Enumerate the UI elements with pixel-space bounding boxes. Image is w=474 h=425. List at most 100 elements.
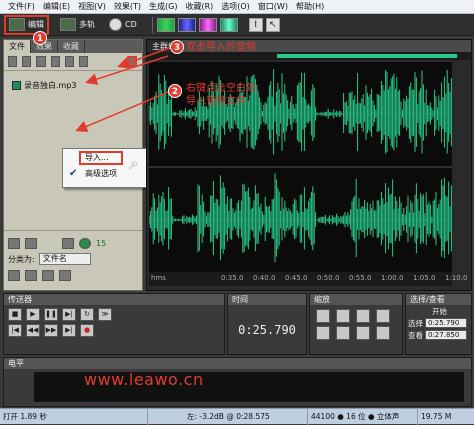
spectral-view-icon[interactable]	[156, 17, 175, 32]
ruler-tick: 0:40.0	[253, 274, 276, 282]
audio-file-icon	[12, 81, 21, 90]
edit-label: 编辑	[28, 20, 44, 29]
ruler-tick: 0:35.0	[221, 274, 244, 282]
close-file-icon[interactable]	[22, 56, 32, 67]
stop-icon[interactable]: ■	[8, 308, 22, 321]
zoom-panel: 缩放	[309, 293, 403, 355]
status-open-time: 打开 1.89 秒	[0, 408, 148, 425]
sort-row: 分类为: 文件名	[4, 251, 142, 267]
zoom-selection-icon[interactable]	[376, 309, 390, 323]
play-icon[interactable]: ▶	[26, 308, 40, 321]
time-ruler[interactable]: hms 0:35.0 0:40.0 0:45.0 0:50.0 0:55.0 1:00.0 1…	[149, 272, 467, 286]
mouse-cursor-icon: ➚	[128, 158, 139, 172]
loop-play-icon[interactable]: ↻	[80, 308, 94, 321]
preview-play-icon[interactable]	[79, 237, 91, 249]
selection-row: 选择 0:25.790	[406, 317, 471, 329]
play-from-cursor-icon[interactable]: ▶|	[62, 308, 76, 321]
transport-row-2: |◀ ◀◀ ▶▶ ▶| ●	[4, 321, 224, 337]
menu-item-advanced[interactable]: ✔ 高级选项	[63, 165, 153, 183]
volume-icon[interactable]	[62, 237, 74, 249]
time-selection-tool-icon[interactable]: I	[248, 17, 263, 32]
waveform-icon	[9, 18, 25, 31]
menu-6[interactable]: 选项(O)	[217, 1, 254, 12]
selection-view-panel: 选择/查看 开始 选择 0:25.790 查看 0:27.850	[405, 293, 472, 355]
view-icon[interactable]	[25, 269, 37, 281]
loop-icon[interactable]	[79, 56, 89, 67]
step-1-badge: 1	[33, 31, 47, 45]
zoom-out-vertical-icon[interactable]	[376, 326, 390, 340]
skip-silence-icon[interactable]: ≫	[98, 308, 112, 321]
zoom-buttons	[310, 305, 402, 344]
spectral-pan-icon[interactable]	[198, 17, 217, 32]
time-panel: 时间 0:25.790	[227, 293, 307, 355]
cd-view-button[interactable]: CD	[106, 16, 140, 34]
metadata-icon[interactable]	[42, 269, 54, 281]
file-tools	[4, 53, 142, 71]
menu-3[interactable]: 效果(T)	[110, 1, 145, 12]
sort-select[interactable]: 文件名	[38, 253, 91, 265]
fast-forward-icon[interactable]: ▶▶	[44, 324, 58, 337]
autoplay-icon[interactable]	[8, 237, 20, 249]
menubar: 文件(F) 编辑(E) 视图(V) 效果(T) 生成(G) 收藏(R) 选项(O) 窗口(W)…	[0, 0, 474, 14]
status-format: 44100 ● 16 位 ● 立体声	[308, 408, 418, 425]
zoom-left-edge-icon[interactable]	[316, 326, 330, 340]
zoom-out-full-icon[interactable]	[356, 309, 370, 323]
edit-file-icon[interactable]	[127, 56, 137, 67]
loop-preview-icon[interactable]	[25, 237, 37, 249]
menu-5[interactable]: 收藏(R)	[181, 1, 217, 12]
filter-icon[interactable]	[8, 269, 20, 281]
transport-row-1: ■ ▶ ❚❚ ▶| ↻ ≫	[4, 305, 224, 321]
spectral-pitch-icon[interactable]	[177, 17, 196, 32]
view-start-field[interactable]: 0:27.850	[425, 330, 467, 340]
list-item-audio-file[interactable]: 录音独白.mp3	[12, 80, 77, 91]
ruler-tick: 1:10.0	[445, 274, 468, 282]
main-panel: 主群组 hms 0:35.0 0:40.0 0:45.0 0:50.0 0:55.0 1:0…	[146, 39, 472, 291]
zoom-right-edge-icon[interactable]	[336, 326, 350, 340]
multitrack-view-button[interactable]: 多轨	[57, 16, 98, 34]
selection-start-field[interactable]: 0:25.790	[425, 318, 467, 328]
sort-icon[interactable]	[59, 269, 71, 281]
insert-icon[interactable]	[50, 56, 60, 67]
menu-1[interactable]: 编辑(E)	[39, 1, 74, 12]
audio-file-name: 录音独白.mp3	[24, 81, 77, 90]
zoom-out-horizontal-icon[interactable]	[336, 309, 350, 323]
go-start-icon[interactable]: |◀	[8, 324, 22, 337]
phase-view-icon[interactable]	[219, 17, 238, 32]
status-file-size: 19.75 M	[421, 411, 452, 421]
tab-favorites[interactable]: 收藏	[58, 40, 85, 53]
menu-0[interactable]: 文件(F)	[4, 1, 39, 12]
preview-counter: 15	[96, 238, 107, 248]
menu-4[interactable]: 生成(G)	[145, 1, 181, 12]
tab-files[interactable]: 文件	[4, 40, 31, 53]
pause-icon[interactable]: ❚❚	[44, 308, 58, 321]
menu-7[interactable]: 窗口(W)	[254, 1, 292, 12]
record-icon[interactable]: ●	[80, 324, 94, 337]
menu-8[interactable]: 帮助(H)	[292, 1, 328, 12]
file-panel-tabs: 文件 效果 收藏	[4, 40, 142, 53]
toolbar-separator	[151, 16, 153, 33]
transport-title: 传送器	[4, 294, 224, 305]
start-column-label: 开始	[432, 306, 447, 316]
preview-controls: 15	[4, 235, 142, 251]
overview-range[interactable]	[277, 54, 457, 58]
zoom-in-horizontal-icon[interactable]	[316, 309, 330, 323]
db-scale	[453, 62, 471, 272]
ruler-tick: 0:45.0	[285, 274, 308, 282]
play-preview-icon[interactable]	[64, 56, 75, 67]
ruler-unit-label: hms	[151, 274, 166, 282]
time-title: 时间	[228, 294, 306, 305]
ruler-tick: 0:55.0	[349, 274, 372, 282]
ruler-tick: 1:05.0	[413, 274, 436, 282]
step-2-text-line-2: 导入音频文件	[186, 96, 246, 107]
import-file-icon[interactable]	[36, 56, 46, 67]
pointer-tool-icon[interactable]: ↖	[265, 17, 280, 32]
menu-2[interactable]: 视图(V)	[74, 1, 110, 12]
zoom-in-vertical-icon[interactable]	[356, 326, 370, 340]
open-file-icon[interactable]	[8, 56, 18, 67]
view-label: 查看	[408, 330, 423, 340]
rewind-icon[interactable]: ◀◀	[26, 324, 40, 337]
menu-item-import[interactable]: 导入...	[79, 151, 123, 165]
cd-label: CD	[125, 20, 137, 29]
go-end-icon[interactable]: ▶|	[62, 324, 76, 337]
toolbar: 编辑 多轨 CD I ↖	[0, 14, 474, 36]
